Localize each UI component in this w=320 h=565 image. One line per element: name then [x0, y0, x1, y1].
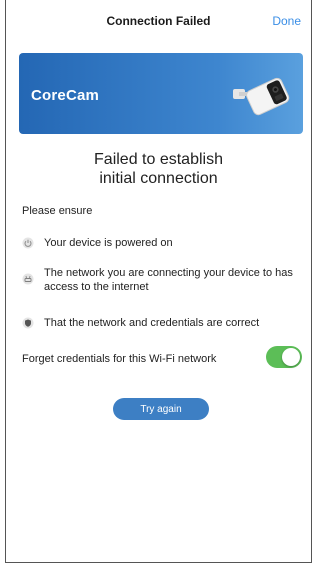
power-icon — [22, 237, 34, 249]
shield-icon — [22, 317, 34, 329]
navigation-bar: Connection Failed Done — [6, 0, 311, 40]
screen: Connection Failed Done CoreCam Failed to… — [5, 0, 312, 563]
error-message-line1: Failed to establish — [94, 151, 223, 168]
brand-banner: CoreCam — [19, 53, 303, 134]
checklist-item-credentials: That the network and credentials are cor… — [22, 316, 299, 330]
done-button[interactable]: Done — [272, 14, 301, 28]
checklist-item-text: That the network and credentials are cor… — [44, 317, 260, 329]
checklist-title: Please ensure — [22, 205, 93, 217]
try-again-button[interactable]: Try again — [113, 398, 209, 420]
error-message-line2: initial connection — [99, 170, 218, 187]
forget-credentials-label: Forget credentials for this Wi-Fi networ… — [22, 353, 217, 365]
error-message: Failed to establish initial connection — [6, 150, 311, 188]
checklist-item-text: The network you are connecting your devi… — [44, 267, 293, 293]
toggle-knob — [282, 348, 300, 366]
checklist-item-text: Your device is powered on — [44, 237, 173, 249]
router-icon — [22, 273, 34, 285]
camera-icon — [233, 77, 290, 116]
forget-credentials-toggle[interactable] — [266, 346, 302, 368]
brand-name: CoreCam — [31, 87, 100, 104]
checklist-item-power: Your device is powered on — [22, 236, 299, 250]
page-title: Connection Failed — [106, 14, 211, 28]
checklist-item-network: The network you are connecting your devi… — [22, 266, 299, 294]
